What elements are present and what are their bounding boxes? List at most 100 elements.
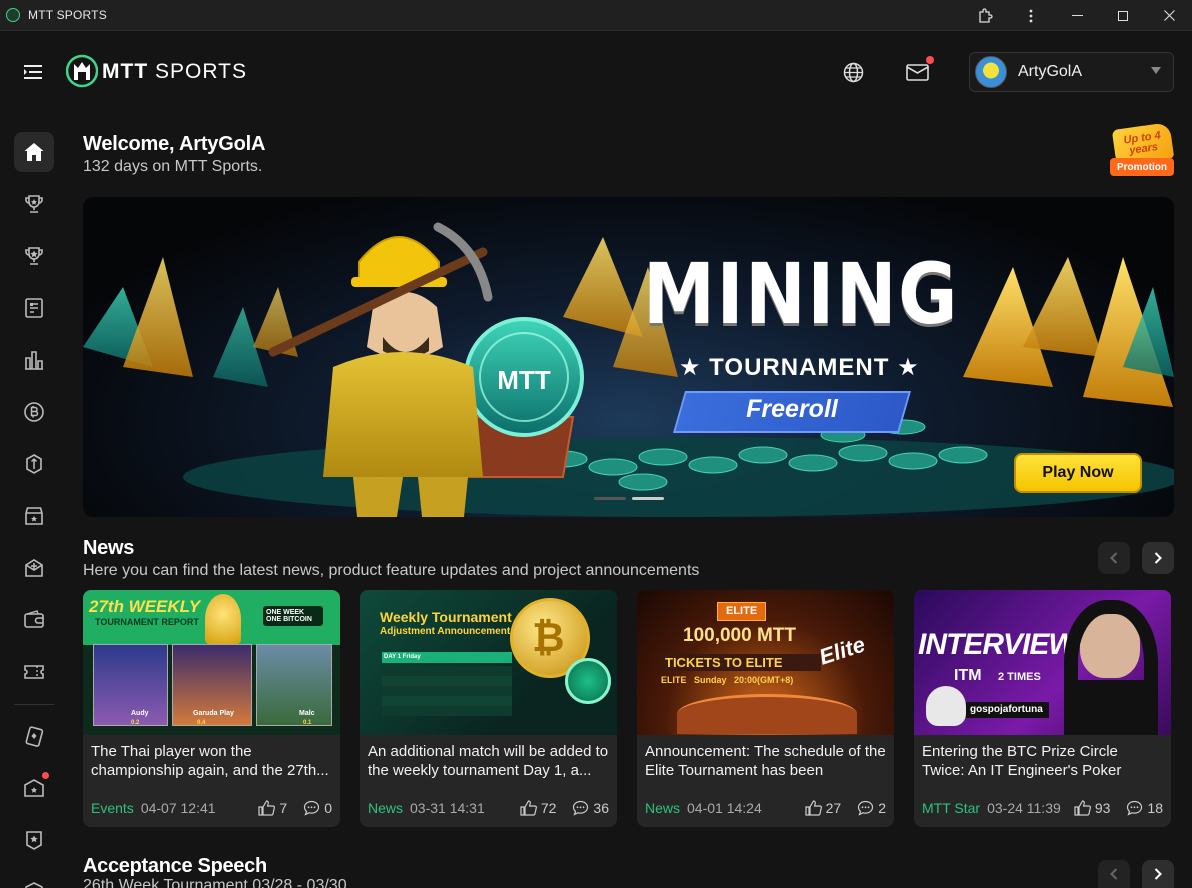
news-card[interactable]: 27th WEEKLY TOURNAMENT REPORT ONE WEEK O… <box>83 590 340 827</box>
comment-icon[interactable] <box>1126 800 1143 816</box>
sidebar-item-wallet[interactable] <box>14 600 54 640</box>
news-card-title: Announcement: The schedule of the Elite … <box>645 743 886 779</box>
news-card-likes: 93 <box>1094 800 1111 816</box>
sidebar-item-leagues[interactable] <box>14 236 54 276</box>
card-image-schedule: ELITE Sunday 20:00(GMT+8) <box>661 675 794 685</box>
mtt-sports-logo[interactable]: MTT SPORTS <box>66 52 247 92</box>
sidebar-item-token[interactable] <box>14 444 54 484</box>
window-titlebar: MTT SPORTS <box>0 0 1192 31</box>
playing-card-icon <box>25 726 44 747</box>
news-card-title: Entering the BTC Prize Circle Twice: An … <box>922 743 1122 779</box>
home-icon <box>24 143 44 161</box>
cube-icon <box>25 882 43 888</box>
card-image-badge: ELITE <box>717 602 767 621</box>
badge-star-icon <box>26 831 42 850</box>
mail-icon[interactable] <box>906 62 930 82</box>
news-card[interactable]: INTERVIEW ITM 2 TIMES gospojafortuna Ent… <box>914 590 1171 827</box>
carousel-dot-active[interactable] <box>632 497 664 500</box>
gift-box-icon <box>25 559 43 577</box>
mail-notification-dot <box>926 56 934 64</box>
ticket-icon <box>24 665 44 679</box>
menu-icon[interactable] <box>24 64 44 80</box>
close-button[interactable] <box>1146 0 1192 31</box>
sidebar-item-rankings[interactable] <box>14 340 54 380</box>
bitcoin-icon <box>24 402 44 422</box>
thumbs-up-icon[interactable] <box>520 800 537 816</box>
app-header: MTT SPORTS ArtyGolA <box>0 32 1192 112</box>
comment-icon[interactable] <box>303 800 320 816</box>
caret-down-icon <box>1151 67 1161 74</box>
card-image-day: DAY 1 Friday <box>384 654 421 660</box>
carousel-dots <box>594 497 664 500</box>
news-card-comments: 18 <box>1147 800 1163 816</box>
card-image-subtitle: ITM <box>954 667 982 684</box>
acceptance-next-button[interactable] <box>1142 860 1174 888</box>
sidebar-item-news[interactable] <box>14 288 54 328</box>
news-card-comments: 0 <box>324 800 332 816</box>
banner-title: MINING <box>643 245 960 343</box>
news-card-date: 04-01 14:24 <box>687 800 762 816</box>
news-card-category[interactable]: News <box>368 800 403 816</box>
user-name: ArtyGolA <box>1018 63 1083 80</box>
window-title: MTT SPORTS <box>28 8 107 22</box>
acceptance-prev-button[interactable] <box>1098 860 1130 888</box>
hero-banner[interactable]: MINING ★ TOURNAMENT ★ Freeroll MTT Play … <box>83 197 1174 517</box>
promotion-label: Promotion <box>1110 158 1174 176</box>
news-card[interactable]: ELITE 100,000 MTT TICKETS TO ELITE ELITE… <box>637 590 894 827</box>
sidebar-item-more[interactable] <box>14 872 54 888</box>
card-image-player: Garuda Play <box>193 710 234 717</box>
extensions-icon[interactable] <box>962 0 1008 31</box>
banner-artwork <box>83 222 1174 517</box>
card-image-subtitle: TOURNAMENT REPORT <box>95 617 199 627</box>
carousel-dot[interactable] <box>594 497 626 500</box>
thumbs-up-icon[interactable] <box>258 800 276 816</box>
trophy-icon <box>25 195 43 213</box>
thumbs-up-icon[interactable] <box>805 800 822 816</box>
news-next-button[interactable] <box>1142 542 1174 574</box>
comment-icon[interactable] <box>857 800 874 816</box>
sidebar-item-tickets[interactable] <box>14 652 54 692</box>
comment-icon[interactable] <box>572 800 589 816</box>
newspaper-icon <box>25 298 43 318</box>
acceptance-subtitle: 26th Week Tournament 03/28 - 03/30 <box>83 877 347 888</box>
card-image-player: Audy <box>131 710 149 717</box>
globe-icon[interactable] <box>843 62 864 83</box>
news-card-comments: 36 <box>593 800 609 816</box>
events-notification-dot <box>42 772 49 779</box>
card-image-score: 0.2 <box>131 720 140 726</box>
sidebar-item-bitcoin[interactable] <box>14 392 54 432</box>
calendar-star-icon <box>24 779 44 797</box>
news-card[interactable]: Weekly Tournament Adjustment Announcemen… <box>360 590 617 827</box>
sidebar-item-rewards[interactable] <box>14 548 54 588</box>
card-image-name: gospojafortuna <box>964 702 1049 718</box>
chevron-right-icon <box>1154 868 1162 880</box>
card-image-title: 27th WEEKLY <box>89 597 201 616</box>
news-prev-button[interactable] <box>1098 542 1130 574</box>
thumbs-up-icon[interactable] <box>1074 800 1091 816</box>
card-image-player: Malc <box>299 710 315 717</box>
promotion-button[interactable]: Up to 4 years Promotion <box>1110 122 1175 178</box>
sidebar-item-store[interactable] <box>14 496 54 536</box>
logo-mark-icon <box>66 54 98 88</box>
news-card-likes: 72 <box>540 800 557 816</box>
minimize-button[interactable] <box>1054 0 1100 31</box>
card-image-script: Elite <box>816 631 869 670</box>
play-now-button[interactable]: Play Now <box>1014 453 1142 493</box>
card-image-badge: ONE WEEK ONE BITCOIN <box>263 606 323 626</box>
card-image-title: 100,000 MTT <box>683 625 796 646</box>
user-menu[interactable]: ArtyGolA <box>969 52 1174 92</box>
news-card-meta: News 03-31 14:31 72 36 <box>368 799 609 817</box>
news-card-category[interactable]: News <box>645 800 680 816</box>
maximize-button[interactable] <box>1100 0 1146 31</box>
more-options-icon[interactable] <box>1008 0 1054 31</box>
news-subtitle: Here you can find the latest news, produ… <box>83 562 700 579</box>
news-card-date: 03-31 14:31 <box>410 800 485 816</box>
bitcoin-symbol-icon: ₿ <box>532 616 565 660</box>
news-card-category[interactable]: MTT Star <box>922 800 980 816</box>
news-card-category[interactable]: Events <box>91 800 134 816</box>
sidebar-item-vip[interactable] <box>14 820 54 860</box>
sidebar-item-tournaments[interactable] <box>14 184 54 224</box>
sidebar-item-poker[interactable] <box>14 716 54 756</box>
shield-coin-icon <box>26 454 42 474</box>
sidebar-item-home[interactable] <box>14 132 54 172</box>
